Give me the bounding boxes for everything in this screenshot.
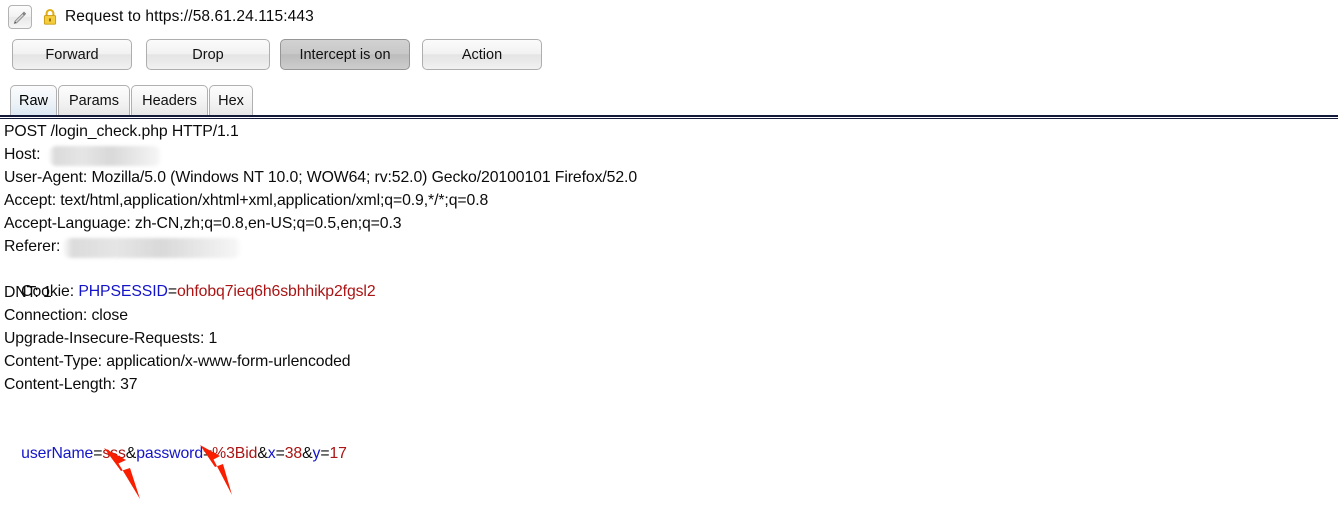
- tab-raw[interactable]: Raw: [10, 85, 57, 115]
- tab-headers[interactable]: Headers: [131, 85, 208, 115]
- title-bar: Request to https://58.61.24.115:443: [0, 0, 1338, 34]
- param-separator-2: &: [257, 445, 268, 462]
- tab-separator-line: [0, 115, 1338, 119]
- param-username-name: userName: [21, 445, 94, 462]
- param-x-name: x: [267, 445, 276, 462]
- message-view-tabs: Raw Params Headers Hex: [0, 85, 1338, 115]
- header-host: Host:: [4, 146, 41, 163]
- param-separator-3: &: [302, 445, 313, 462]
- param-y-value: 17: [329, 445, 347, 462]
- header-dnt: DNT: 1: [4, 284, 52, 301]
- header-accept-language: Accept-Language: zh-CN,zh;q=0.8,en-US;q=…: [4, 215, 402, 232]
- header-upgrade-insecure-requests: Upgrade-Insecure-Requests: 1: [4, 330, 218, 347]
- header-accept: Accept: text/html,application/xhtml+xml,…: [4, 192, 489, 209]
- header-connection: Connection: close: [4, 307, 128, 324]
- tab-params[interactable]: Params: [58, 85, 130, 115]
- padlock-icon: [43, 9, 57, 25]
- intercept-toggle-button[interactable]: Intercept is on: [280, 39, 410, 70]
- red-arrow-annotation-1: [104, 448, 140, 499]
- param-x-equals: =: [275, 445, 285, 462]
- request-line: POST /login_check.php HTTP/1.1: [4, 123, 239, 140]
- header-content-length: Content-Length: 37: [4, 376, 138, 393]
- cookie-name: PHPSESSID: [78, 283, 168, 300]
- edit-request-button[interactable]: [8, 5, 32, 29]
- page-title: Request to https://58.61.24.115:443: [65, 8, 314, 26]
- header-content-type: Content-Type: application/x-www-form-url…: [4, 353, 351, 370]
- action-button[interactable]: Action: [422, 39, 542, 70]
- forward-button[interactable]: Forward: [12, 39, 132, 70]
- request-body-params: userName=sss&password=%3Bid&x=38&y=17: [4, 421, 347, 462]
- redaction-block-referer: [62, 238, 242, 258]
- header-cookie: Cookie: PHPSESSID=ohfobq7ieq6h6sbhhikp2f…: [4, 259, 375, 300]
- cookie-equals: =: [167, 283, 177, 300]
- drop-button[interactable]: Drop: [146, 39, 270, 70]
- header-referer: Referer:: [4, 238, 61, 255]
- param-y-equals: =: [320, 445, 330, 462]
- param-x-value: 38: [284, 445, 303, 462]
- header-user-agent: User-Agent: Mozilla/5.0 (Windows NT 10.0…: [4, 169, 638, 186]
- cookie-value: ohfobq7ieq6h6sbhhikp2fgsl2: [176, 283, 376, 300]
- redaction-block-host: [48, 146, 162, 166]
- intercept-toolbar: Forward Drop Intercept is on Action: [0, 39, 1338, 73]
- tab-hex[interactable]: Hex: [209, 85, 253, 115]
- raw-request-editor[interactable]: POST /login_check.php HTTP/1.1 Host: Use…: [0, 121, 1338, 514]
- red-arrow-annotation-2: [200, 445, 232, 495]
- pencil-icon: [13, 11, 27, 25]
